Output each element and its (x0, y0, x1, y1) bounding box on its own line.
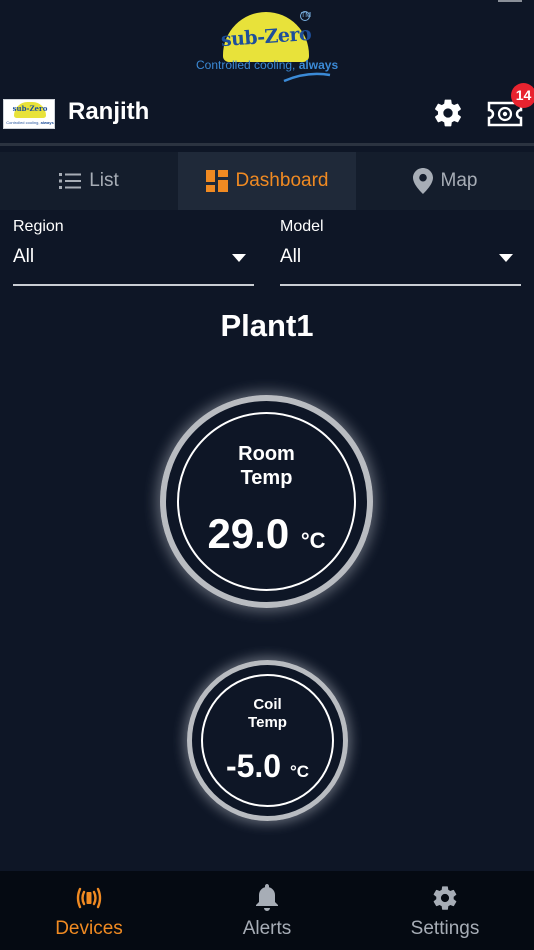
region-label: Region (13, 218, 64, 235)
room-temp-inner-ring: Room Temp 29.0 °C (177, 412, 356, 591)
model-select[interactable]: Model All (280, 218, 521, 288)
avatar-brand-text: sub-Zero (12, 104, 48, 113)
list-icon (59, 173, 82, 189)
coil-temp-label: Coil Temp (203, 696, 332, 732)
room-temp-gauge[interactable]: Room Temp 29.0 °C (160, 395, 373, 608)
room-temp-label: Room Temp (179, 442, 354, 490)
room-temp-label-line2: Temp (240, 467, 293, 489)
status-bar-fragment (498, 0, 522, 2)
devices-signal-icon (76, 887, 102, 909)
user-bar: sub-Zero Controlled cooling, always Ranj… (0, 83, 534, 140)
bell-icon (256, 884, 278, 911)
avatar-tagline-emphasis: always (40, 120, 54, 125)
map-pin-icon (412, 168, 433, 194)
avatar-tagline: Controlled cooling, always (4, 120, 54, 125)
coil-temp-gauge[interactable]: Coil Temp -5.0 °C (187, 660, 348, 821)
avatar-tagline-prefix: Controlled cooling, (6, 120, 40, 125)
chevron-down-icon (232, 254, 246, 262)
tab-map[interactable]: Map (356, 152, 534, 210)
region-underline (13, 284, 254, 286)
model-value: All (280, 246, 302, 267)
region-value: All (13, 246, 35, 267)
dashboard-icon (205, 170, 228, 192)
tab-map-label: Map (440, 170, 478, 191)
tagline-emphasis: always (298, 58, 339, 72)
nav-settings[interactable]: Settings (356, 871, 534, 950)
view-tabs: List Dashboard Map (0, 152, 534, 210)
nav-settings-label: Settings (410, 918, 480, 939)
room-temp-value: 29.0 (207, 510, 290, 557)
nav-devices-label: Devices (55, 918, 123, 939)
tab-dashboard[interactable]: Dashboard (178, 152, 356, 210)
swoosh-icon (283, 72, 331, 83)
tab-list-label: List (89, 170, 119, 191)
avatar[interactable]: sub-Zero Controlled cooling, always (3, 99, 55, 129)
user-name: Ranjith (68, 98, 150, 125)
brand-header: sub-Zero TM Controlled cooling, always (0, 0, 534, 90)
header-divider (0, 143, 534, 146)
coil-temp-unit: °C (289, 762, 310, 781)
nav-devices[interactable]: Devices (0, 871, 178, 950)
bottom-nav: Devices Alerts Settings (0, 871, 534, 950)
room-temp-label-line1: Room (238, 443, 295, 465)
model-label: Model (280, 218, 324, 235)
coil-temp-label-line1: Coil (253, 696, 282, 713)
brand-logo: sub-Zero TM Controlled cooling, always (196, 8, 338, 84)
logo-tagline: Controlled cooling, always (196, 58, 338, 72)
tab-list[interactable]: List (0, 152, 178, 210)
settings-button[interactable] (432, 97, 464, 129)
coil-temp-reading: -5.0 °C (203, 748, 332, 785)
room-temp-reading: 29.0 °C (179, 510, 354, 558)
region-select[interactable]: Region All (13, 218, 254, 288)
chevron-down-icon (499, 254, 513, 262)
coil-temp-value: -5.0 (225, 748, 282, 784)
tagline-prefix: Controlled cooling, (196, 58, 296, 72)
gear-icon (433, 886, 457, 910)
tab-dashboard-label: Dashboard (235, 170, 329, 191)
nav-alerts[interactable]: Alerts (178, 871, 356, 950)
trademark-mark: TM (300, 11, 312, 21)
nav-alerts-label: Alerts (242, 918, 292, 939)
model-underline (280, 284, 521, 286)
notification-badge: 14 (511, 83, 534, 108)
coil-temp-label-line2: Temp (248, 714, 287, 731)
room-temp-unit: °C (300, 528, 326, 553)
plant-title: Plant1 (220, 308, 314, 343)
coil-temp-inner-ring: Coil Temp -5.0 °C (201, 674, 334, 807)
gear-icon (435, 99, 461, 127)
